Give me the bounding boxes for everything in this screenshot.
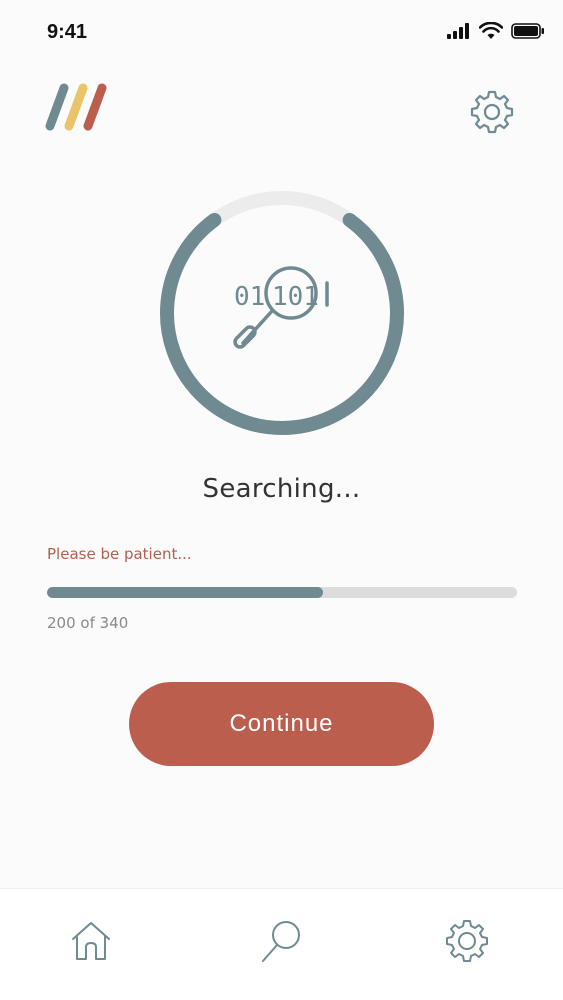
progress-bar [47, 587, 517, 598]
signal-icon [447, 23, 469, 39]
ring-progress-arc [160, 212, 404, 435]
tab-bar [0, 888, 563, 1000]
progress-bar-fill [47, 587, 324, 598]
progress-ring: 01 101 [160, 191, 404, 435]
patience-message: Please be patient... [47, 545, 192, 563]
gear-icon[interactable] [443, 917, 491, 965]
binary-search-icon: 01 101 [233, 266, 329, 349]
status-icons [447, 22, 545, 40]
settings-gear-icon[interactable] [470, 90, 514, 134]
binary-text-mid: 101 [272, 282, 319, 312]
continue-button[interactable]: Continue [129, 682, 434, 766]
search-icon[interactable] [258, 917, 306, 965]
battery-icon [511, 23, 544, 39]
wifi-icon [479, 22, 503, 39]
progress-count: 200 of 340 [47, 614, 129, 632]
searching-title: Searching... [202, 474, 361, 504]
stripes-logo [45, 83, 107, 131]
status-time: 9:41 [47, 21, 88, 43]
home-icon[interactable] [67, 917, 115, 965]
status-bar: 9:41 [0, 0, 563, 64]
binary-text-left: 01 [234, 282, 265, 312]
